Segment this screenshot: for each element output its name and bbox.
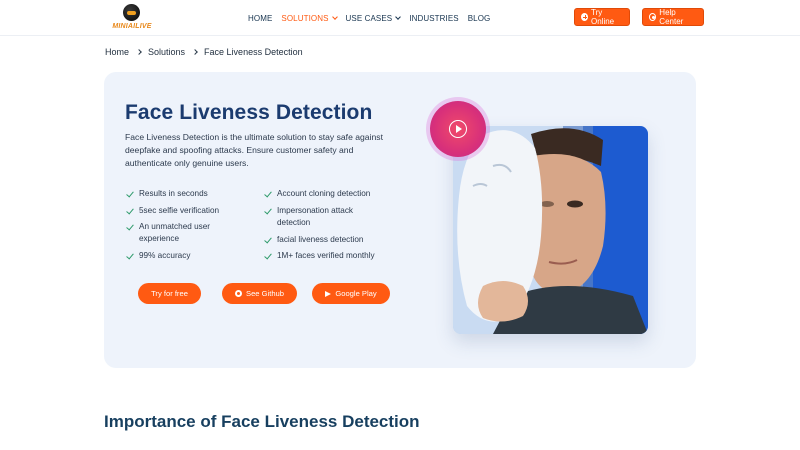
check-icon xyxy=(126,222,134,231)
nav-home[interactable]: HOME xyxy=(248,14,272,23)
check-icon xyxy=(264,189,272,198)
feature-item: Results in seconds xyxy=(125,188,255,200)
play-icon xyxy=(449,120,467,138)
hero-description: Face Liveness Detection is the ultimate … xyxy=(125,132,383,168)
feature-item: Account cloning detection xyxy=(263,188,403,200)
feature-item: Impersonation attack detection xyxy=(263,205,379,229)
try-online-label: Try Online xyxy=(591,8,615,26)
google-play-icon xyxy=(325,290,332,297)
check-icon xyxy=(264,251,272,260)
section-title: Importance of Face Liveness Detection xyxy=(104,412,420,431)
main-nav: HOME SOLUTIONS USE CASES INDUSTRIES BLOG xyxy=(248,12,499,24)
google-play-button[interactable]: Google Play xyxy=(312,283,390,304)
hero-section: Face Liveness Detection Face Liveness De… xyxy=(104,72,696,368)
feature-item: An unmatched user experience xyxy=(125,221,245,245)
nav-solutions[interactable]: SOLUTIONS xyxy=(281,13,338,23)
help-center-button[interactable]: Help Center xyxy=(642,8,704,26)
check-icon xyxy=(126,206,134,215)
feature-item: 99% accuracy xyxy=(125,250,255,262)
nav-blog[interactable]: BLOG xyxy=(468,14,491,23)
try-for-free-button[interactable]: Try for free xyxy=(138,283,201,304)
breadcrumb: Home Solutions Face Liveness Detection xyxy=(105,47,303,57)
face-mask-illustration xyxy=(453,126,648,334)
logo-mark-icon xyxy=(123,4,140,21)
play-video-button[interactable] xyxy=(430,101,486,157)
page-title: Face Liveness Detection xyxy=(125,101,373,124)
site-header: MINIAILIVE HOME SOLUTIONS USE CASES INDU… xyxy=(0,0,800,36)
check-icon xyxy=(264,206,272,215)
feature-item: 5sec selfie verification xyxy=(125,205,255,217)
chevron-right-icon xyxy=(136,49,142,55)
plus-circle-icon xyxy=(581,13,588,21)
logo-text: MINIAILIVE xyxy=(112,23,152,30)
feature-item: facial liveness detection xyxy=(263,234,403,246)
nav-industries[interactable]: INDUSTRIES xyxy=(409,14,458,23)
hero-image xyxy=(453,126,648,334)
see-github-label: See Github xyxy=(246,289,284,298)
help-center-label: Help Center xyxy=(659,8,684,26)
breadcrumb-home[interactable]: Home xyxy=(105,47,129,57)
chevron-down-icon xyxy=(331,13,338,20)
try-online-button[interactable]: Try Online xyxy=(574,8,630,26)
check-icon xyxy=(126,251,134,260)
breadcrumb-current: Face Liveness Detection xyxy=(204,47,303,57)
chevron-down-icon xyxy=(395,13,402,20)
try-for-free-label: Try for free xyxy=(151,289,188,298)
help-icon xyxy=(649,13,657,21)
feature-item: 1M+ faces verified monthly xyxy=(263,250,403,262)
check-icon xyxy=(264,235,272,244)
nav-use-cases[interactable]: USE CASES xyxy=(346,13,402,23)
breadcrumb-solutions[interactable]: Solutions xyxy=(148,47,185,57)
chevron-right-icon xyxy=(192,49,198,55)
logo[interactable]: MINIAILIVE xyxy=(108,4,156,32)
github-icon xyxy=(235,290,242,297)
google-play-label: Google Play xyxy=(335,289,377,298)
see-github-button[interactable]: See Github xyxy=(222,283,297,304)
check-icon xyxy=(126,189,134,198)
